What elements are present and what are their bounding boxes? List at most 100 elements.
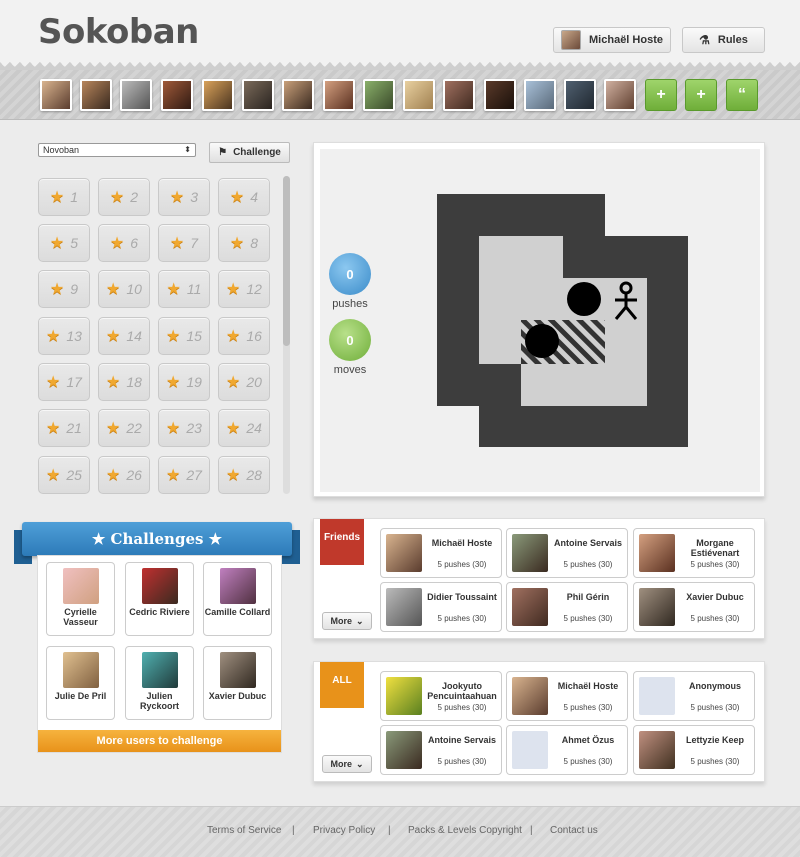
score-card[interactable]: Antoine Servais 5 pushes (30) — [380, 725, 502, 775]
level-button[interactable]: ★ 2 — [98, 178, 150, 216]
friend-avatar[interactable] — [564, 79, 596, 111]
challenge-user-card[interactable]: Xavier Dubuc — [203, 646, 272, 720]
all-more-button[interactable]: More ⌄ — [322, 755, 372, 773]
game-canvas[interactable] — [320, 149, 760, 492]
rules-button[interactable]: ⚗ Rules — [682, 27, 765, 53]
game-panel: 0 pushes 0 moves — [313, 142, 765, 497]
friend-avatar[interactable] — [282, 79, 314, 111]
friend-avatar[interactable] — [403, 79, 435, 111]
score-card[interactable]: Anonymous 5 pushes (30) — [633, 671, 755, 721]
level-button[interactable]: ★ 25 — [38, 456, 90, 494]
star-icon: ★ — [106, 328, 121, 345]
level-button[interactable]: ★ 7 — [158, 224, 210, 262]
score-card[interactable]: Lettyzie Keep 5 pushes (30) — [633, 725, 755, 775]
avatar — [141, 568, 178, 604]
friend-avatar[interactable] — [202, 79, 234, 111]
score-value: 5 pushes (30) — [690, 703, 740, 712]
add-friend-icon[interactable]: + — [645, 79, 677, 111]
level-button[interactable]: ★ 8 — [218, 224, 270, 262]
flask-icon: ⚗ — [699, 33, 710, 47]
level-button[interactable]: ★ 15 — [158, 317, 210, 355]
challenge-label: Challenge — [233, 147, 281, 158]
level-button[interactable]: ★ 28 — [218, 456, 270, 494]
footer-link-terms[interactable]: Terms of Service — [207, 825, 281, 836]
score-card[interactable]: Jookyuto Pencuintaahuan 5 pushes (30) — [380, 671, 502, 721]
level-button[interactable]: ★ 1 — [38, 178, 90, 216]
star-icon: ★ — [46, 467, 61, 484]
all-scores-panel: ALL Jookyuto Pencuintaahuan 5 pushes (30… — [313, 661, 765, 782]
friend-avatar[interactable] — [604, 79, 636, 111]
challenge-user-name: Cyrielle Vasseur — [63, 607, 98, 627]
level-button[interactable]: ★ 21 — [38, 409, 90, 447]
challenge-button[interactable]: ⚑ Challenge — [209, 142, 290, 163]
level-button[interactable]: ★ 24 — [218, 409, 270, 447]
user-profile-button[interactable]: Michaël Hoste — [553, 27, 671, 53]
level-button[interactable]: ★ 13 — [38, 317, 90, 355]
score-card[interactable]: Phil Gérin 5 pushes (30) — [506, 582, 628, 632]
pack-select[interactable]: Novoban ⬍ — [38, 143, 196, 157]
friend-avatar[interactable] — [161, 79, 193, 111]
star-icon: ★ — [226, 420, 241, 437]
score-card[interactable]: Morgane Estiévenart 5 pushes (30) — [633, 528, 755, 578]
level-button[interactable]: ★ 3 — [158, 178, 210, 216]
level-button[interactable]: ★ 27 — [158, 456, 210, 494]
friend-avatar[interactable] — [80, 79, 112, 111]
invite-friends-icon[interactable]: + — [685, 79, 717, 111]
friend-avatar[interactable] — [323, 79, 355, 111]
level-button[interactable]: ★ 5 — [38, 224, 90, 262]
friend-avatar[interactable] — [242, 79, 274, 111]
avatar — [219, 652, 256, 688]
friends-more-button[interactable]: More ⌄ — [322, 612, 372, 630]
level-button[interactable]: ★ 11 — [158, 270, 210, 308]
level-button[interactable]: ★ 20 — [218, 363, 270, 401]
more-users-button[interactable]: More users to challenge — [38, 730, 281, 752]
level-button[interactable]: ★ 12 — [218, 270, 270, 308]
challenge-user-card[interactable]: Cyrielle Vasseur — [46, 562, 115, 636]
level-button[interactable]: ★ 4 — [218, 178, 270, 216]
score-card[interactable]: Xavier Dubuc 5 pushes (30) — [633, 582, 755, 632]
level-scrollbar[interactable] — [283, 176, 290, 494]
challenge-user-card[interactable]: Julie De Pril — [46, 646, 115, 720]
all-flag: ALL — [320, 662, 364, 708]
score-card[interactable]: Antoine Servais 5 pushes (30) — [506, 528, 628, 578]
level-button[interactable]: ★ 17 — [38, 363, 90, 401]
friend-avatar[interactable] — [524, 79, 556, 111]
level-button[interactable]: ★ 19 — [158, 363, 210, 401]
level-button[interactable]: ★ 22 — [98, 409, 150, 447]
score-card[interactable]: Michaël Hoste 5 pushes (30) — [380, 528, 502, 578]
level-button[interactable]: ★ 9 — [38, 270, 90, 308]
avatar — [512, 534, 548, 572]
friend-bar: + + “ — [0, 70, 800, 120]
pushes-counter: 0 — [329, 253, 371, 295]
level-button[interactable]: ★ 16 — [218, 317, 270, 355]
friend-avatar[interactable] — [443, 79, 475, 111]
challenge-user-card[interactable]: Julien Ryckoort — [125, 646, 194, 720]
challenge-user-card[interactable]: Camille Collard — [203, 562, 272, 636]
score-value: 5 pushes (30) — [437, 757, 487, 766]
footer-link-contact[interactable]: Contact us — [550, 825, 598, 836]
footer-link-copyright[interactable]: Packs & Levels Copyright — [408, 825, 522, 836]
level-button[interactable]: ★ 10 — [98, 270, 150, 308]
star-icon: ★ — [229, 235, 245, 252]
moves-label: moves — [333, 364, 367, 376]
score-card[interactable]: Michaël Hoste 5 pushes (30) — [506, 671, 628, 721]
score-value: 5 pushes (30) — [437, 703, 487, 712]
friend-avatar[interactable] — [40, 79, 72, 111]
scroll-thumb[interactable] — [283, 176, 290, 346]
footer-link-privacy[interactable]: Privacy Policy — [313, 825, 375, 836]
level-button[interactable]: ★ 6 — [98, 224, 150, 262]
friend-avatar[interactable] — [120, 79, 152, 111]
friend-avatar[interactable] — [363, 79, 395, 111]
app-logo[interactable]: Sokoban — [38, 12, 199, 52]
level-button[interactable]: ★ 18 — [98, 363, 150, 401]
star-icon: ★ — [226, 467, 241, 484]
level-button[interactable]: ★ 14 — [98, 317, 150, 355]
challenge-user-card[interactable]: Cedric Riviere — [125, 562, 194, 636]
friend-avatar[interactable] — [484, 79, 516, 111]
friends-scores-panel: Friends Michaël Hoste 5 pushes (30) Anto… — [313, 518, 765, 639]
level-button[interactable]: ★ 26 — [98, 456, 150, 494]
quote-icon[interactable]: “ — [726, 79, 758, 111]
score-card[interactable]: Ahmet Özus 5 pushes (30) — [506, 725, 628, 775]
score-card[interactable]: Didier Toussaint 5 pushes (30) — [380, 582, 502, 632]
level-button[interactable]: ★ 23 — [158, 409, 210, 447]
